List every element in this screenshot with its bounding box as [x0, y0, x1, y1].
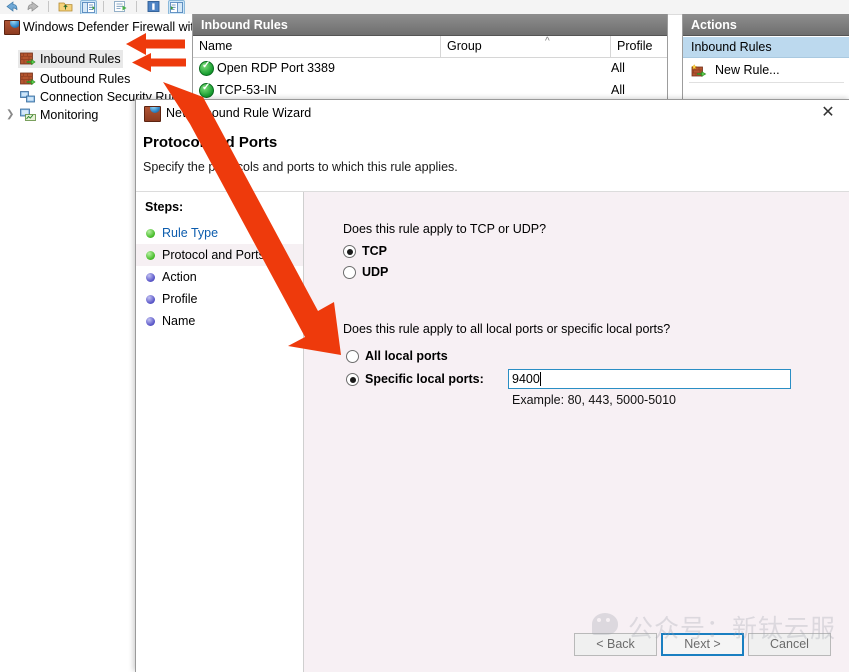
tree-item-label: Monitoring	[40, 108, 99, 122]
actions-pane-title: Actions	[683, 14, 849, 36]
radio-tcp-label[interactable]: TCP	[362, 244, 387, 258]
step-label[interactable]: Rule Type	[162, 222, 218, 244]
wizard-step-protocol-and-ports[interactable]: Protocol and Ports	[136, 244, 303, 266]
column-header-name[interactable]: Name	[193, 36, 441, 57]
forward-arrow-button[interactable]	[26, 0, 41, 13]
list-column-header-row[interactable]: Name Group Profile ^	[193, 36, 667, 58]
rule-name: Open RDP Port 3389	[217, 61, 335, 75]
rule-name: TCP-53-IN	[217, 83, 277, 97]
connection-security-icon	[20, 90, 36, 104]
wizard-steps-panel: Steps: Rule Type Protocol and Ports Acti…	[136, 192, 304, 672]
show-hide-tree-button[interactable]	[80, 0, 97, 15]
step-bullet-icon	[146, 229, 155, 238]
wizard-title-bar[interactable]: New Inbound Rule Wizard ✕	[136, 100, 849, 127]
step-bullet-icon	[146, 273, 155, 282]
ports-question: Does this rule apply to all local ports …	[343, 322, 671, 336]
column-header-group[interactable]: Group	[441, 36, 611, 57]
show-action-pane-button[interactable]	[168, 0, 185, 15]
wizard-title: New Inbound Rule Wizard	[166, 106, 312, 120]
page-subtitle: Specify the protocols and ports to which…	[143, 160, 458, 174]
step-bullet-icon	[146, 295, 155, 304]
table-row[interactable]: Open RDP Port 3389 All	[193, 57, 667, 79]
new-rule-icon	[691, 63, 707, 77]
step-label: Name	[162, 314, 196, 328]
inbound-rules-icon	[20, 52, 36, 66]
tree-item-label: Windows Defender Firewall witl	[23, 20, 197, 34]
firewall-globe-icon	[4, 20, 20, 35]
folder-up-button[interactable]	[58, 0, 73, 13]
inbound-rules-list-pane: Inbound Rules Name Group Profile ^ Open …	[192, 14, 668, 107]
radio-udp[interactable]	[343, 266, 356, 279]
close-icon[interactable]: ✕	[814, 102, 842, 124]
rule-profile: All	[611, 83, 625, 97]
steps-label: Steps:	[145, 200, 184, 214]
monitoring-icon	[20, 108, 36, 122]
specific-local-ports-input[interactable]	[508, 369, 791, 389]
actions-pane: Actions Inbound Rules New Rule...	[682, 14, 849, 107]
radio-specific-local-ports-label[interactable]: Specific local ports:	[365, 372, 484, 386]
help-button[interactable]	[146, 0, 161, 13]
step-bullet-icon	[146, 251, 155, 260]
radio-tcp[interactable]	[343, 245, 356, 258]
wizard-step-name[interactable]: Name	[136, 310, 303, 332]
action-label: New Rule...	[715, 63, 780, 77]
step-label: Profile	[162, 292, 198, 306]
page-title: Protocol and Ports	[143, 134, 278, 151]
outbound-rules-icon	[20, 72, 36, 86]
actions-context-header[interactable]: Inbound Rules	[683, 37, 849, 58]
wechat-logo-icon	[592, 613, 618, 635]
tree-item-firewall-root[interactable]: Windows Defender Firewall witl	[0, 18, 197, 36]
wizard-header-zone: Protocol and Ports Specify the protocols…	[136, 127, 849, 192]
firewall-globe-icon	[144, 106, 161, 122]
radio-specific-local-ports[interactable]	[346, 373, 359, 386]
wizard-step-rule-type[interactable]: Rule Type	[136, 222, 303, 244]
watermark-text: 公众号：新钛云服	[628, 614, 837, 643]
radio-all-local-ports[interactable]	[346, 350, 359, 363]
table-row[interactable]: TCP-53-IN All	[193, 79, 667, 101]
watermark: 公众号：新钛云服	[592, 607, 842, 643]
radio-udp-label[interactable]: UDP	[362, 265, 388, 279]
protocol-question: Does this rule apply to TCP or UDP?	[343, 222, 547, 236]
console-toolbar	[0, 0, 849, 15]
ports-example-hint: Example: 80, 443, 5000-5010	[512, 393, 677, 407]
chevron-right-icon[interactable]: ❯	[6, 109, 14, 121]
wizard-content-panel	[304, 192, 849, 672]
text-caret	[540, 372, 541, 386]
chevron-up-icon: ^	[545, 36, 550, 47]
action-new-rule[interactable]: New Rule...	[683, 59, 849, 81]
radio-all-local-ports-label[interactable]: All local ports	[365, 349, 448, 363]
column-header-profile[interactable]: Profile	[611, 36, 667, 57]
wizard-step-profile[interactable]: Profile	[136, 288, 303, 310]
tree-item-inbound-rules[interactable]: Inbound Rules	[18, 50, 123, 68]
step-bullet-icon	[146, 317, 155, 326]
tree-item-label: Outbound Rules	[40, 72, 131, 86]
export-list-button[interactable]	[113, 0, 128, 13]
wizard-step-action[interactable]: Action	[136, 266, 303, 288]
rule-enabled-icon	[199, 81, 214, 98]
rule-enabled-icon	[199, 59, 214, 76]
tree-item-label: Inbound Rules	[40, 52, 121, 66]
back-arrow-button[interactable]	[4, 0, 19, 13]
rule-profile: All	[611, 61, 625, 75]
step-label: Protocol and Ports	[162, 248, 265, 262]
list-pane-title: Inbound Rules	[193, 14, 667, 36]
step-label: Action	[162, 270, 197, 284]
